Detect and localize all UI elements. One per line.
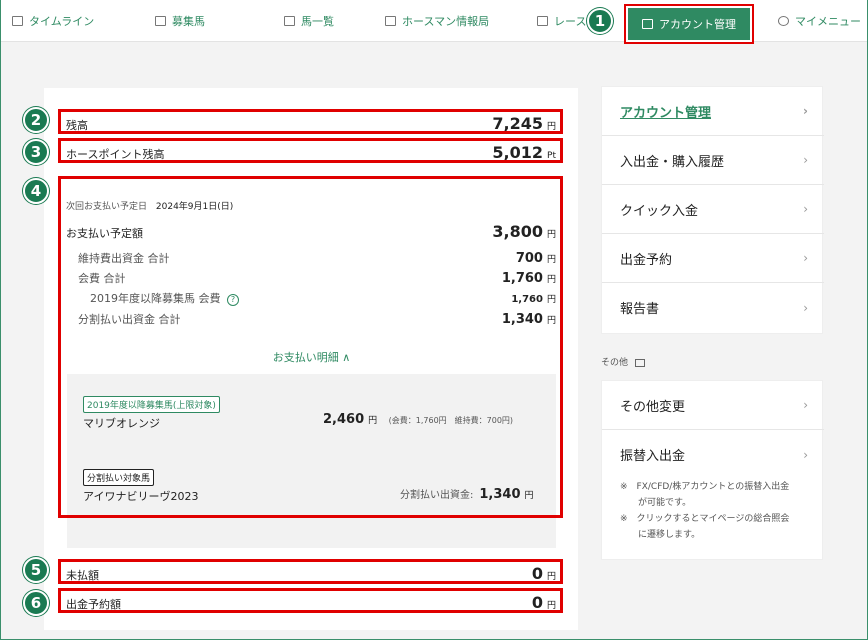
chevron-right-icon: ›: [803, 447, 808, 462]
spacer: [67, 518, 556, 548]
payment-detail-toggle[interactable]: お支払い明細 ∧: [67, 340, 556, 374]
race-icon: [537, 16, 548, 26]
sidebar-other-menu: その他変更 › 振替入出金 › ※ FX/CFD/株アカウントとの振替入出金 が可能…: [601, 380, 824, 560]
sidebar-item-quick-deposit[interactable]: クイック入金 ›: [602, 185, 824, 234]
payment-line: 維持費出資金 合計 700 円: [78, 251, 556, 266]
chevron-right-icon: ›: [803, 300, 808, 315]
sidebar-item-transfer[interactable]: 振替入出金 ›: [602, 430, 824, 479]
chevron-right-icon: ›: [803, 251, 808, 265]
transfer-notes: ※ FX/CFD/株アカウントとの振替入出金 が可能です。 ※ クリックするとマ…: [620, 482, 790, 540]
marker-3: 3: [23, 139, 49, 165]
entry-name: マリブオレンジ: [83, 417, 160, 430]
sidebar-item-account[interactable]: アカウント管理 ›: [602, 87, 824, 136]
sidebar-item-reports[interactable]: 報告書 ›: [602, 283, 824, 332]
help-icon[interactable]: ?: [227, 294, 239, 306]
account-icon: [642, 19, 653, 29]
highlight-box-2: [58, 109, 563, 134]
highlight-box-5: [58, 559, 563, 584]
payment-total-value: 3,800: [492, 222, 543, 241]
marker-1: 1: [587, 8, 613, 34]
payment-line: 分割払い出資金 合計 1,340 円: [78, 312, 556, 327]
sidebar-menu: アカウント管理 › 入出金・購入履歴 › クイック入金 › 出金予約 › 報告書 ›: [601, 86, 824, 334]
marker-4: 4: [23, 178, 49, 204]
user-icon: [778, 16, 789, 26]
nav-item-offers[interactable]: 募集馬: [155, 0, 205, 42]
payment-line: 2019年度以降募集馬 会費 ? 1,760 円: [90, 292, 556, 306]
nav-item-timeline[interactable]: タイムライン: [12, 0, 94, 42]
info-icon: [385, 16, 396, 26]
entry-amount: 2,460 円 (会費：1,760円 維持費：700円): [323, 412, 514, 427]
next-payment-label: 次回お支払い予定日: [66, 202, 148, 212]
highlight-box-6: [58, 588, 563, 613]
other-section-label: その他: [601, 355, 645, 368]
next-payment-date: 2024年9月1日(日): [155, 202, 234, 212]
sidebar-item-history[interactable]: 入出金・購入履歴 ›: [602, 136, 824, 185]
payment-line: 会費 合計 1,760 円: [78, 271, 556, 286]
sidebar-item-withdraw[interactable]: 出金予約 ›: [602, 234, 824, 283]
nav-item-mymenu[interactable]: マイメニュー: [778, 0, 861, 42]
entry-name: アイワナビリーヴ2023: [83, 490, 199, 503]
marker-5: 5: [23, 557, 49, 583]
highlight-box-3: [58, 138, 563, 163]
payment-total-label: お支払い予定額: [66, 227, 143, 240]
chevron-right-icon: ›: [803, 153, 808, 167]
top-nav: タイムライン 募集馬 馬一覧 ホースマン情報局 レース アカウント管理 マイメニ…: [0, 0, 868, 44]
chevron-right-icon: ›: [803, 398, 808, 412]
nav-item-account[interactable]: アカウント管理: [624, 4, 754, 44]
entry-amount: 分割払い出資金: 1,340 円: [400, 487, 534, 502]
chevron-right-icon: ›: [803, 202, 808, 216]
sidebar-item-other-change[interactable]: その他変更 ›: [602, 381, 824, 430]
marker-6: 6: [23, 590, 49, 616]
nav-item-horse-list[interactable]: 馬一覧: [284, 0, 334, 42]
marker-2: 2: [23, 107, 49, 133]
entry-tag: 2019年度以降募集馬(上限対象): [83, 396, 220, 413]
nav-item-info[interactable]: ホースマン情報局: [385, 0, 489, 42]
nav-item-race[interactable]: レース: [537, 0, 586, 42]
horse-offer-icon: [155, 16, 166, 26]
payment-total-row: お支払い予定額 3,800 円: [66, 222, 556, 241]
entry-tag: 分割払い対象馬: [83, 469, 155, 486]
external-window-icon: [634, 358, 645, 367]
horse-list-icon: [284, 16, 295, 26]
timeline-icon: [12, 16, 23, 26]
chevron-right-icon: ›: [803, 104, 808, 118]
